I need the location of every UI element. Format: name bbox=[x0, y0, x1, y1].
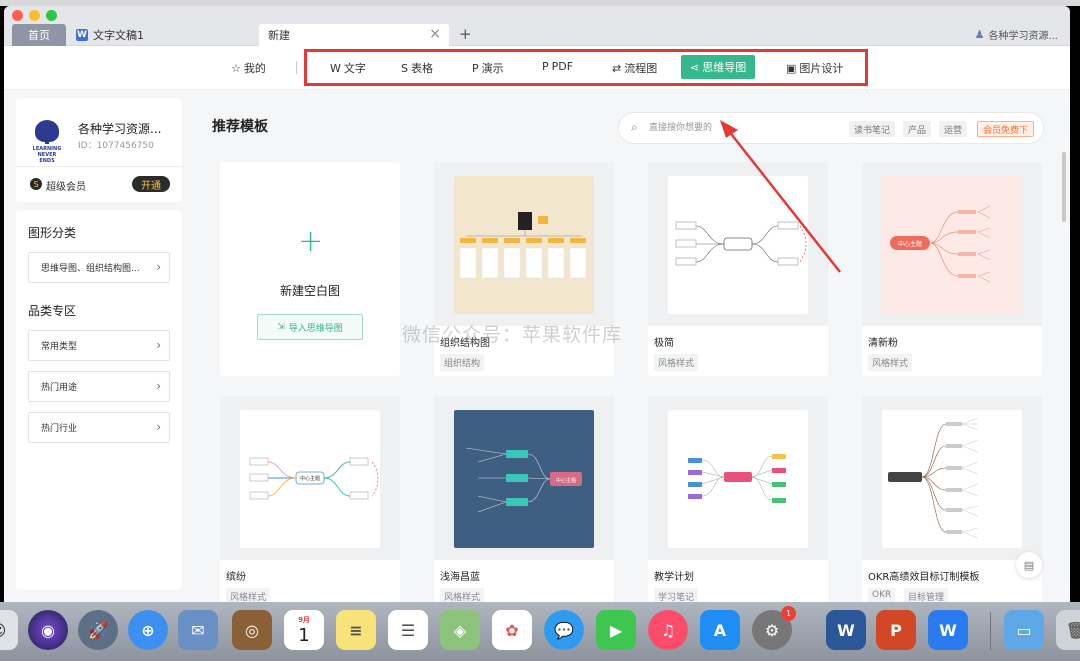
mine-button[interactable]: ☆ 我的 bbox=[231, 60, 266, 76]
app-window: 首页 W 文字文稿1 新建 × + ♟ 各种学习资源... ☆ 我的 W 文字 … bbox=[4, 6, 1070, 602]
siri-icon[interactable]: ◉ bbox=[28, 610, 68, 650]
image-design-icon: ▣ bbox=[786, 61, 797, 75]
toolbar-item-label: 流程图 bbox=[624, 62, 658, 75]
app-store-icon[interactable]: A bbox=[700, 610, 740, 650]
tab-home-label: 首页 bbox=[28, 29, 50, 42]
system-preferences-icon[interactable]: ⚙ 1 bbox=[752, 606, 796, 650]
zoom-window-button[interactable] bbox=[46, 10, 57, 21]
safari-icon[interactable]: ⊕ bbox=[128, 610, 168, 650]
tab-new-label: 新建 bbox=[268, 29, 290, 42]
notes-icon[interactable]: ≡ bbox=[336, 610, 376, 650]
main-content: LEARNING NEVER ENDS 各种学习资源... ID：1077456… bbox=[4, 90, 1070, 602]
tab-new[interactable]: 新建 × bbox=[259, 24, 449, 46]
toolbar-divider bbox=[296, 61, 297, 74]
tab-document-label: 文字文稿1 bbox=[93, 29, 144, 42]
word-doc-icon: W bbox=[76, 29, 88, 41]
word-app-icon[interactable]: W bbox=[826, 610, 866, 650]
mine-label: 我的 bbox=[243, 62, 266, 75]
dock-divider bbox=[990, 612, 991, 650]
wps-app-icon[interactable]: W bbox=[928, 610, 968, 650]
sheet-icon: S bbox=[401, 61, 408, 75]
toolbar-item-text[interactable]: W 文字 bbox=[330, 60, 366, 76]
pdf-icon: P bbox=[542, 60, 549, 73]
toolbar-item-label: 文字 bbox=[343, 62, 366, 75]
messages-icon[interactable]: 💬 bbox=[544, 610, 584, 650]
launchpad-icon[interactable]: 🚀 bbox=[78, 610, 118, 650]
calendar-month: 9月 bbox=[298, 615, 310, 624]
powerpoint-app-icon[interactable]: P bbox=[876, 610, 916, 650]
close-window-button[interactable] bbox=[12, 10, 23, 21]
minimize-window-button[interactable] bbox=[29, 10, 40, 21]
trash-icon[interactable]: 🗑 bbox=[1056, 610, 1080, 650]
tab-document[interactable]: W 文字文稿1 bbox=[66, 24, 256, 46]
user-account[interactable]: ♟ 各种学习资源... bbox=[975, 27, 1058, 42]
tab-bar: 首页 W 文字文稿1 新建 × + ♟ 各种学习资源... bbox=[4, 6, 1070, 46]
maps-icon[interactable]: ◈ bbox=[440, 610, 480, 650]
reminders-icon[interactable]: ☰ bbox=[388, 610, 428, 650]
mail-icon[interactable]: ✉ bbox=[178, 610, 218, 650]
category-toolbar: ☆ 我的 W 文字 S 表格 P 演示 P PDF ⇄ 流程图 ⋖ 思维导图 ▣… bbox=[4, 46, 1070, 90]
finder-icon[interactable]: ☺ bbox=[0, 610, 18, 650]
calendar-day: 1 bbox=[298, 624, 310, 646]
calendar-icon[interactable]: 9月 1 bbox=[284, 610, 324, 650]
toolbar-item-label: 图片设计 bbox=[799, 62, 844, 75]
flowchart-icon: ⇄ bbox=[612, 61, 622, 75]
downloads-folder-icon[interactable]: ▭ bbox=[1004, 610, 1044, 650]
close-tab-icon[interactable]: × bbox=[429, 26, 441, 42]
window-controls bbox=[12, 10, 57, 21]
mindmap-icon: ⋖ bbox=[690, 60, 700, 74]
toolbar-item-label: 思维导图 bbox=[702, 61, 747, 74]
notification-badge: 1 bbox=[781, 606, 796, 621]
presentation-icon: P bbox=[472, 61, 479, 75]
toolbar-item-pdf[interactable]: P PDF bbox=[542, 60, 573, 73]
toolbar-item-flowchart[interactable]: ⇄ 流程图 bbox=[612, 60, 657, 76]
star-icon: ☆ bbox=[231, 61, 241, 75]
facetime-icon[interactable]: ▶ bbox=[596, 610, 636, 650]
toolbar-item-label: 表格 bbox=[410, 62, 433, 75]
photos-icon[interactable]: ✿ bbox=[492, 610, 532, 650]
music-icon[interactable]: ♫ bbox=[648, 610, 688, 650]
annotation-arrow bbox=[720, 120, 841, 273]
toolbar-item-mindmap[interactable]: ⋖ 思维导图 bbox=[681, 55, 756, 79]
user-name: 各种学习资源... bbox=[988, 31, 1058, 42]
toolbar-item-presentation[interactable]: P 演示 bbox=[472, 60, 504, 76]
tab-home[interactable]: 首页 bbox=[12, 24, 66, 46]
add-tab-button[interactable]: + bbox=[459, 25, 472, 43]
contacts-icon[interactable]: ◎ bbox=[232, 610, 272, 650]
toolbar-item-label: 演示 bbox=[481, 62, 504, 75]
toolbar-item-sheet[interactable]: S 表格 bbox=[401, 60, 433, 76]
toolbar-item-image-design[interactable]: ▣ 图片设计 bbox=[786, 60, 843, 76]
toolbar-item-label: PDF bbox=[551, 60, 574, 73]
user-icon: ♟ bbox=[974, 28, 985, 41]
macos-dock: ☺ ◉ 🚀 ⊕ ✉ ◎ 9月 1 ≡ ☰ ◈ ✿ 💬 ▶ ♫ A ⚙ 1 W P… bbox=[0, 602, 1080, 661]
annotation-highlight-box bbox=[304, 49, 868, 86]
word-icon: W bbox=[330, 61, 341, 75]
